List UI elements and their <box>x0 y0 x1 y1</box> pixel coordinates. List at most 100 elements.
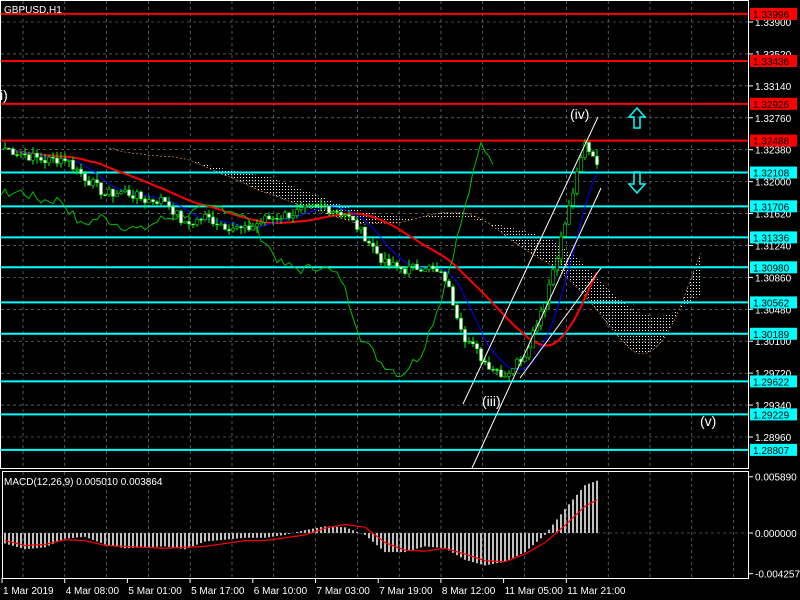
candle-body <box>115 193 119 197</box>
time-tick: 7 Mar 03:00 <box>317 586 371 597</box>
candle-body <box>475 343 479 349</box>
candle-body <box>67 159 71 162</box>
candle-body <box>259 221 263 225</box>
candle-body <box>499 369 503 377</box>
candle-body <box>243 225 247 229</box>
candle-body <box>411 263 415 267</box>
candle-body <box>119 191 123 194</box>
candle-body <box>359 226 363 230</box>
candle-body <box>99 182 103 195</box>
candle-body <box>255 223 259 227</box>
candle-body <box>75 168 79 171</box>
candle-body <box>107 188 111 196</box>
time-tick: 8 Mar 12:00 <box>442 586 496 597</box>
candle-body <box>295 209 299 216</box>
candle-body <box>595 156 599 165</box>
candle-body <box>287 212 291 219</box>
candle-body <box>459 317 463 330</box>
price-tick: 1.28960 <box>755 433 792 444</box>
candle-body <box>291 215 295 219</box>
candle-body <box>587 142 591 152</box>
price-tick: 1.30860 <box>755 273 792 284</box>
candle-body <box>495 369 499 371</box>
candle-body <box>467 341 471 343</box>
candle-body <box>131 195 135 199</box>
macd-panel: 0.005890 0.000000 -0.004257 <box>3 473 800 581</box>
cloud-area <box>109 148 701 354</box>
candle-body <box>187 221 191 225</box>
time-tick: 11 Mar 05:00 <box>505 586 564 597</box>
level-price: 1.30562 <box>753 298 790 309</box>
candle-body <box>39 157 43 161</box>
candle-body <box>31 153 35 161</box>
candle-body <box>391 262 395 266</box>
candle-body <box>283 212 287 219</box>
candle-body <box>563 223 567 237</box>
candle-body <box>211 216 215 225</box>
candle-body <box>203 214 207 220</box>
candle-body <box>91 179 95 186</box>
candle-body <box>579 157 583 172</box>
time-tick: 7 Mar 19:00 <box>379 586 433 597</box>
candle-body <box>171 206 175 215</box>
candle-body <box>51 157 55 159</box>
candle-body <box>503 376 507 378</box>
candle-body <box>367 240 371 244</box>
ichimoku-cloud <box>108 147 702 355</box>
candle-body <box>271 218 275 220</box>
candle-body <box>167 201 171 207</box>
candle-body <box>147 199 151 204</box>
macd-tick: 0.000000 <box>755 529 797 540</box>
candle-body <box>439 271 443 273</box>
candle-body <box>279 218 283 220</box>
wave-label-iv: (iv) <box>570 106 589 122</box>
candle-body <box>403 268 407 274</box>
candle-body <box>155 201 159 204</box>
chart-window[interactable]: i) (iv) (iii) (v) GBPUSD,H1 1.339001.335… <box>0 0 800 600</box>
candle-body <box>215 223 219 226</box>
candle-body <box>47 157 51 164</box>
candle-body <box>195 218 199 225</box>
candle-body <box>423 268 427 272</box>
candle-body <box>199 218 203 221</box>
candle-body <box>151 199 155 203</box>
indicator-lines <box>0 140 598 378</box>
price-levels <box>1 12 748 451</box>
time-axis[interactable]: 1 Mar 2019 4 Mar 08:00 5 Mar 01:00 5 Mar 17… <box>1 578 626 597</box>
candle-body <box>527 347 531 358</box>
candle-body <box>347 214 351 217</box>
candle-body <box>139 191 143 200</box>
time-tick: 11 Mar 21:00 <box>567 586 626 597</box>
candle-body <box>95 179 99 184</box>
candle-body <box>463 329 467 343</box>
candle-body <box>383 258 387 263</box>
level-price: 1.28807 <box>753 446 790 457</box>
level-price: 1.32108 <box>753 169 790 180</box>
candle-body <box>451 286 455 306</box>
candle-body <box>3 147 7 150</box>
candle-body <box>11 148 15 155</box>
candle-body <box>239 226 243 229</box>
candle-body <box>523 356 527 362</box>
candle-body <box>407 265 411 274</box>
level-price: 1.31336 <box>753 233 790 244</box>
candle-body <box>159 197 163 204</box>
price-axis[interactable]: 1.339001.335201.331401.327601.323801.320… <box>748 7 797 457</box>
candle-body <box>223 223 227 230</box>
candle-body <box>135 191 139 199</box>
candle-body <box>575 171 579 194</box>
candle-body <box>395 262 399 267</box>
candle-body <box>275 218 279 220</box>
candle-body <box>235 226 239 229</box>
candle-body <box>335 211 339 213</box>
candle-body <box>363 226 367 242</box>
arrow-down-icon <box>627 171 647 195</box>
candle-body <box>207 214 211 218</box>
candle-body <box>415 263 419 270</box>
main-frame <box>0 0 749 469</box>
candle-body <box>251 226 255 231</box>
candle-body <box>63 158 67 162</box>
time-tick: 6 Mar 10:00 <box>254 586 308 597</box>
grid <box>1 1 748 578</box>
candle-body <box>111 188 115 197</box>
